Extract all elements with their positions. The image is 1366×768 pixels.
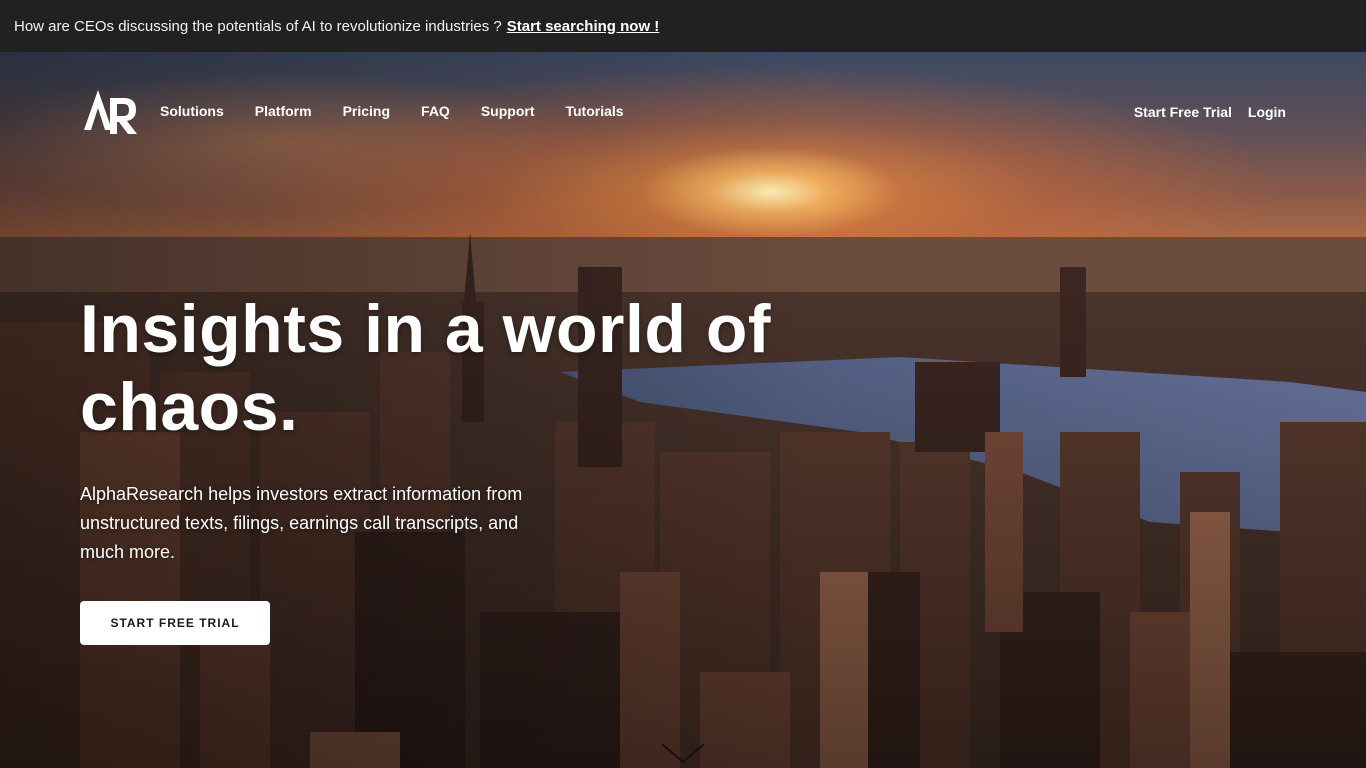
nav-support[interactable]: Support [481,103,535,119]
hero-section: Solutions Platform Pricing FAQ Support T… [0,52,1366,768]
start-free-trial-button[interactable]: START FREE TRIAL [80,601,270,645]
nav-tutorials[interactable]: Tutorials [565,103,623,119]
chevron-down-icon[interactable] [660,742,706,766]
account-nav: Start Free Trial Login [1134,104,1286,120]
nav-faq[interactable]: FAQ [421,103,450,119]
main-nav: Solutions Platform Pricing FAQ Support T… [160,103,624,119]
top-banner: How are CEOs discussing the potentials o… [0,0,1366,52]
nav-pricing[interactable]: Pricing [343,103,390,119]
start-free-trial-link[interactable]: Start Free Trial [1134,104,1232,120]
login-link[interactable]: Login [1248,104,1286,120]
nav-platform[interactable]: Platform [255,103,312,119]
hero-headline: Insights in a world of chaos. [80,291,771,445]
hero-subtext: AlphaResearch helps investors extract in… [80,484,523,562]
nav-solutions[interactable]: Solutions [160,103,224,119]
banner-search-link[interactable]: Start searching now ! [507,18,660,35]
banner-text: How are CEOs discussing the potentials o… [14,17,502,35]
ar-logo-icon[interactable] [84,90,138,134]
